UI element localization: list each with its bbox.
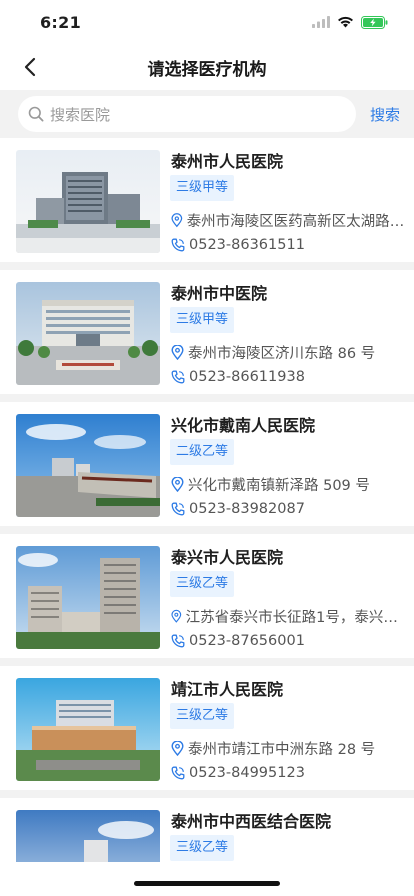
status-bar: 6:21: [0, 0, 414, 44]
status-time: 6:21: [40, 12, 81, 32]
hospital-phone-text: 0523-86361511: [189, 237, 305, 253]
hospital-name: 泰州市人民医院: [171, 152, 284, 171]
hospital-item[interactable]: 泰州市中医院 三级甲等 泰州市海陵区济川东路 86 号 0523-8661193…: [0, 270, 414, 394]
hospital-photo: [16, 810, 160, 862]
hospital-grade-badge: 三级甲等: [170, 175, 235, 201]
hospital-phone-text: 0523-83982087: [189, 501, 305, 517]
hospital-address-text: 江苏省泰兴市长征路1号，泰兴市人民医院: [185, 609, 407, 626]
hospital-address: 泰州市靖江市中洲东路 28 号: [171, 738, 407, 758]
hospital-phone[interactable]: 0523-86361511: [171, 235, 305, 255]
search-bar: 搜索医院 搜索: [0, 90, 414, 138]
hospital-phone[interactable]: 0523-83982087: [171, 499, 305, 519]
hospital-phone-text: 0523-87656001: [189, 633, 305, 649]
search-icon: [28, 106, 44, 122]
search-button[interactable]: 搜索: [370, 104, 400, 125]
bottom-safe-area: [0, 862, 414, 896]
location-pin-icon: [171, 476, 184, 492]
phone-icon: [171, 370, 185, 384]
signal-icon: [312, 16, 330, 28]
hospital-grade-badge: 三级乙等: [170, 571, 235, 597]
hospital-name: 泰兴市人民医院: [171, 548, 284, 567]
divider: [0, 526, 414, 534]
hospital-grade-badge: 三级乙等: [170, 835, 235, 861]
location-pin-icon: [171, 609, 182, 623]
hospital-address: 泰州市海陵区济川东路 86 号: [171, 342, 407, 362]
home-indicator[interactable]: [134, 881, 280, 886]
divider: [0, 262, 414, 270]
nav-bar: 请选择医疗机构: [0, 44, 414, 90]
location-pin-icon: [171, 344, 184, 360]
location-pin-icon: [171, 212, 183, 227]
phone-icon: [171, 766, 185, 780]
hospital-phone[interactable]: 0523-86611938: [171, 367, 305, 387]
divider: [0, 394, 414, 402]
phone-icon: [171, 634, 185, 648]
hospital-item[interactable]: 泰兴市人民医院 三级乙等 江苏省泰兴市长征路1号，泰兴市人民医院 0523-87…: [0, 534, 414, 658]
hospital-address: 兴化市戴南镇新泽路 509 号: [171, 474, 407, 494]
hospital-item[interactable]: 泰州市人民医院 三级甲等 泰州市海陵区医药高新区太湖路366号 0523-863…: [0, 138, 414, 262]
search-placeholder: 搜索医院: [50, 105, 111, 124]
battery-charging-icon: [361, 15, 388, 29]
hospital-phone[interactable]: 0523-87656001: [171, 631, 305, 651]
phone-icon: [171, 238, 185, 252]
hospital-address: 江苏省泰兴市长征路1号，泰兴市人民医院: [171, 606, 407, 626]
divider: [0, 790, 414, 798]
chevron-left-icon: [24, 57, 36, 77]
hospital-address-text: 泰州市海陵区济川东路 86 号: [188, 345, 376, 362]
hospital-item[interactable]: 泰州市中西医结合医院 三级乙等: [0, 798, 414, 862]
wifi-icon: [338, 16, 353, 28]
hospital-address-text: 泰州市海陵区医药高新区太湖路366号: [186, 213, 407, 230]
location-pin-icon: [171, 740, 184, 756]
hospital-address-text: 泰州市靖江市中洲东路 28 号: [188, 741, 376, 758]
hospital-photo: [16, 546, 160, 649]
hospital-name: 泰州市中西医结合医院: [171, 812, 332, 831]
hospital-phone[interactable]: 0523-84995123: [171, 763, 305, 783]
hospital-item[interactable]: 兴化市戴南人民医院 二级乙等 兴化市戴南镇新泽路 509 号 0523-8398…: [0, 402, 414, 526]
phone-icon: [171, 502, 185, 516]
hospital-name: 兴化市戴南人民医院: [171, 416, 316, 435]
hospital-photo: [16, 282, 160, 385]
hospital-name: 泰州市中医院: [171, 284, 268, 303]
hospital-grade-badge: 二级乙等: [170, 439, 235, 465]
page-title: 请选择医疗机构: [147, 59, 267, 80]
hospital-grade-badge: 三级乙等: [170, 703, 235, 729]
divider: [0, 658, 414, 666]
status-icons: [312, 15, 388, 29]
hospital-grade-badge: 三级甲等: [170, 307, 235, 333]
hospital-phone-text: 0523-84995123: [189, 765, 305, 781]
hospital-photo: [16, 678, 160, 781]
hospital-phone-text: 0523-86611938: [189, 369, 305, 385]
hospital-photo: [16, 150, 160, 253]
hospital-photo: [16, 414, 160, 517]
search-input[interactable]: 搜索医院: [18, 96, 356, 132]
hospital-list: 泰州市人民医院 三级甲等 泰州市海陵区医药高新区太湖路366号 0523-863…: [0, 138, 414, 862]
hospital-name: 靖江市人民医院: [171, 680, 284, 699]
hospital-address: 泰州市海陵区医药高新区太湖路366号: [171, 210, 407, 230]
hospital-address-text: 兴化市戴南镇新泽路 509 号: [188, 477, 370, 494]
hospital-item[interactable]: 靖江市人民医院 三级乙等 泰州市靖江市中洲东路 28 号 0523-849951…: [0, 666, 414, 790]
back-button[interactable]: [14, 51, 46, 83]
